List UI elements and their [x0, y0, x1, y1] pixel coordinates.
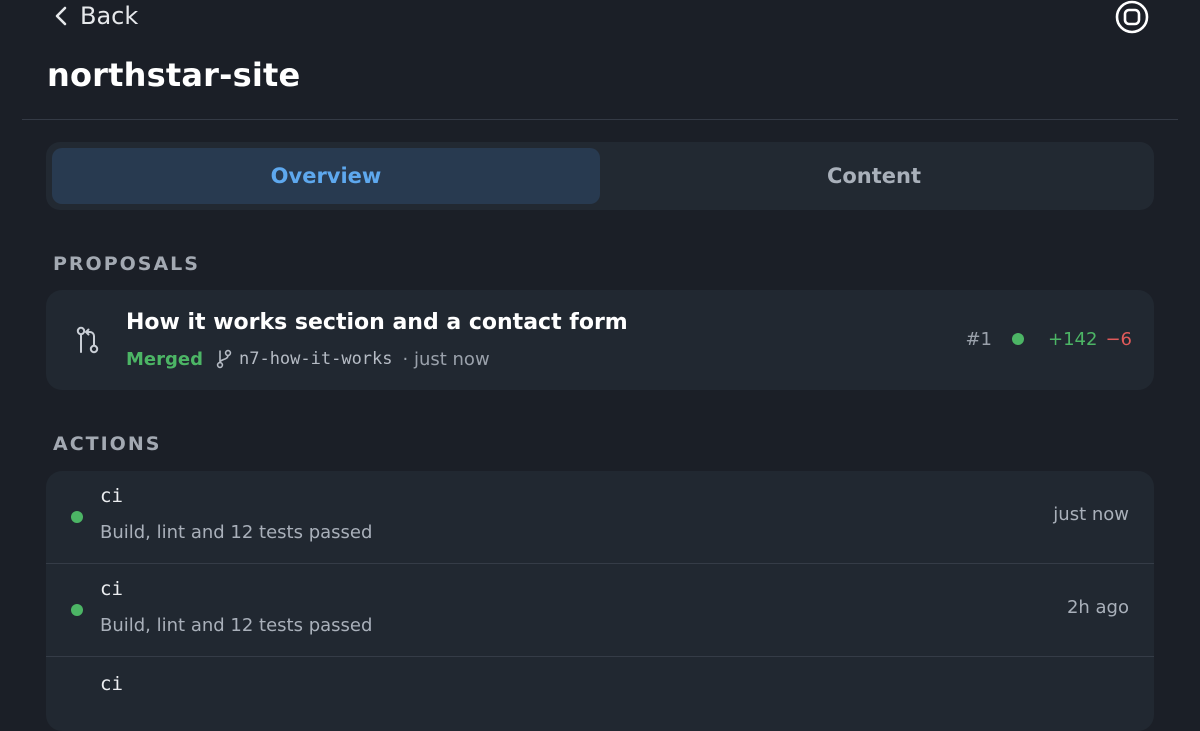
- actions-section-label: ACTIONS: [53, 433, 162, 455]
- back-label: Back: [80, 2, 139, 30]
- proposal-meta: Merged n7-how-it-works · just now: [126, 346, 490, 372]
- status-dot: [71, 604, 83, 616]
- action-description: Build, lint and 12 tests passed: [100, 522, 373, 543]
- branch-icon: [216, 349, 232, 369]
- tab-overview[interactable]: Overview: [52, 148, 600, 204]
- additions-count: +142: [1048, 328, 1098, 350]
- tab-content[interactable]: Content: [600, 148, 1148, 204]
- proposal-stats: #1 +142 −6: [965, 326, 1132, 352]
- status-dot: [1012, 333, 1024, 345]
- deletions-count: −6: [1105, 328, 1132, 350]
- proposal-card[interactable]: How it works section and a contact form …: [46, 290, 1154, 390]
- proposal-number: #1: [965, 328, 992, 350]
- page-title: northstar-site: [47, 56, 301, 94]
- status-badge: Merged: [126, 348, 203, 370]
- pull-request-icon: [76, 326, 99, 354]
- actions-list: ci Build, lint and 12 tests passed just …: [46, 471, 1154, 731]
- proposal-time: · just now: [402, 348, 490, 370]
- back-button[interactable]: Back: [52, 0, 138, 32]
- action-time: 2h ago: [1066, 597, 1129, 618]
- proposal-title: How it works section and a contact form: [126, 310, 628, 335]
- action-time: just now: [1053, 504, 1129, 525]
- action-row[interactable]: ci Build, lint and 12 tests passed 2h ag…: [46, 564, 1154, 657]
- action-name: ci: [100, 578, 123, 600]
- tab-bar: Overview Content: [46, 142, 1154, 210]
- proposals-section-label: PROPOSALS: [53, 253, 200, 275]
- circle-settings-icon[interactable]: [1114, 0, 1150, 34]
- status-dot: [71, 511, 83, 523]
- action-description: Build, lint and 12 tests passed: [100, 615, 373, 636]
- chevron-left-icon: [55, 6, 67, 26]
- action-row[interactable]: ci: [46, 657, 1154, 731]
- branch-name: n7-how-it-works: [238, 349, 393, 369]
- top-bar: Back northstar-site: [0, 0, 1200, 120]
- action-row[interactable]: ci Build, lint and 12 tests passed just …: [46, 471, 1154, 564]
- action-name: ci: [100, 485, 123, 507]
- header-divider: [22, 119, 1178, 120]
